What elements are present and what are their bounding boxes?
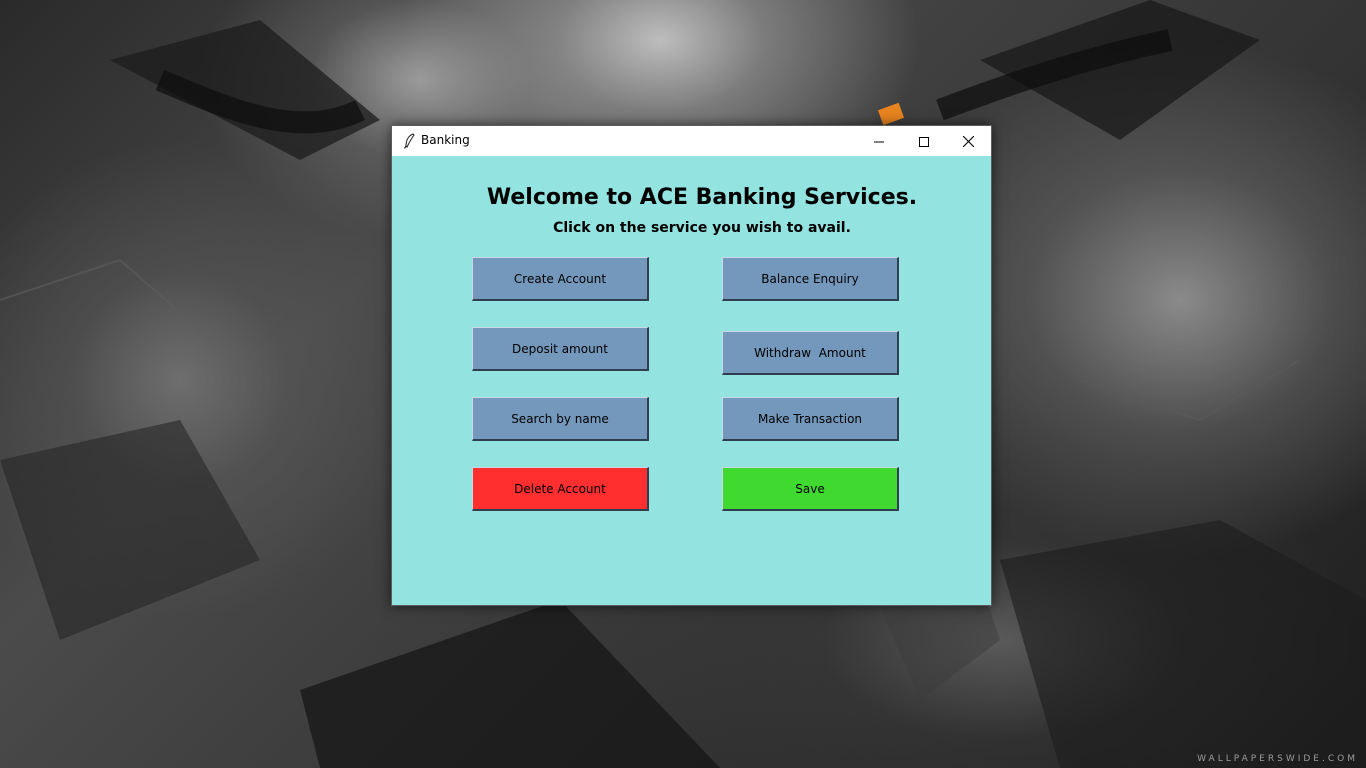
page-title: Welcome to ACE Banking Services. [486, 185, 918, 210]
deposit-amount-button[interactable]: Deposit amount [472, 327, 649, 371]
close-icon [962, 132, 975, 151]
feather-icon [402, 133, 418, 149]
maximize-button[interactable] [901, 126, 946, 156]
title-bar[interactable]: Banking [392, 126, 991, 156]
create-account-button[interactable]: Create Account [472, 257, 649, 301]
maximize-icon [918, 132, 929, 151]
window-title: Banking [421, 133, 470, 147]
close-button[interactable] [946, 126, 991, 156]
window-content: Welcome to ACE Banking Services. Click o… [392, 156, 991, 605]
withdraw-amount-button[interactable]: Withdraw Amount [722, 331, 899, 375]
save-button[interactable]: Save [722, 467, 899, 511]
wallpaper-watermark: WALLPAPERSWIDE.COM [1197, 754, 1358, 764]
delete-account-button[interactable]: Delete Account [472, 467, 649, 511]
search-by-name-button[interactable]: Search by name [472, 397, 649, 441]
balance-enquiry-button[interactable]: Balance Enquiry [722, 257, 899, 301]
page-subtitle: Click on the service you wish to avail. [553, 220, 851, 236]
minimize-button[interactable] [856, 126, 901, 156]
minimize-icon [873, 132, 884, 151]
make-transaction-button[interactable]: Make Transaction [722, 397, 899, 441]
banking-window: Banking Welcome to ACE Banking Services.… [391, 125, 992, 606]
